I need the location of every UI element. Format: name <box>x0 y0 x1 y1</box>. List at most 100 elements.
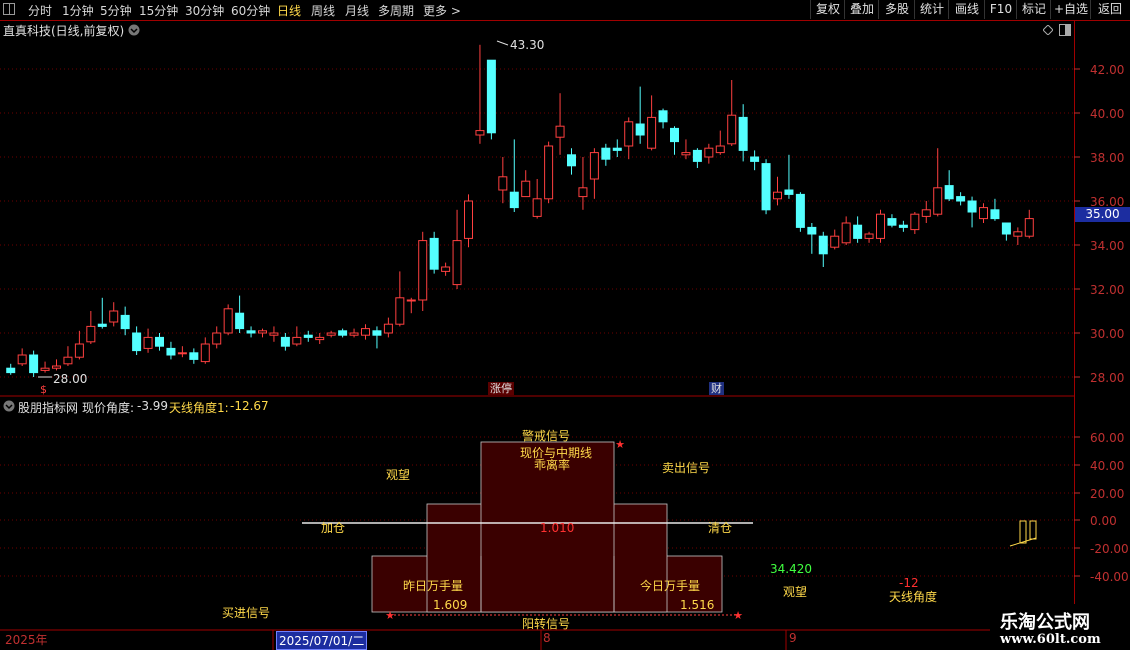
candle <box>223 304 233 336</box>
candle <box>715 130 725 155</box>
candle <box>910 212 920 234</box>
candle <box>1013 227 1023 245</box>
ind-y-tick: -40.00 <box>1090 570 1129 584</box>
candle <box>795 192 805 232</box>
candle <box>155 333 164 351</box>
candle-body <box>29 354 39 374</box>
candle <box>864 231 874 243</box>
candle <box>898 220 908 232</box>
candle <box>692 148 702 168</box>
ind-y-tick: 0.00 <box>1090 514 1117 528</box>
candle <box>86 311 96 344</box>
candle-body <box>235 312 245 330</box>
finance-marker[interactable]: 财 <box>709 382 724 395</box>
candle-body <box>567 154 576 167</box>
candle-body <box>326 332 336 336</box>
candle-body <box>6 367 16 374</box>
diamond-icon[interactable] <box>1043 25 1053 35</box>
today-volume-label: 今日万手量 <box>640 579 701 593</box>
candle <box>143 328 153 353</box>
candle <box>212 326 222 349</box>
candle-body <box>40 367 50 371</box>
candle-body <box>853 224 863 239</box>
candle <box>887 214 897 228</box>
candle <box>509 139 519 212</box>
candle <box>292 326 302 347</box>
antenna-line <box>1009 537 1037 547</box>
candle-body <box>990 209 1000 220</box>
candle-body <box>864 233 874 239</box>
candle-body <box>315 336 325 341</box>
antenna-angle-value: -12.67 <box>230 399 269 413</box>
month-9-label: 9 <box>789 631 797 645</box>
candle <box>841 216 851 245</box>
candle <box>246 326 256 338</box>
watch-label-2: 观望 <box>783 585 808 599</box>
candle-body <box>624 121 634 147</box>
candle-body <box>727 114 737 145</box>
candle <box>921 201 931 223</box>
candle-body <box>692 149 702 162</box>
star-icon: ★ <box>733 609 743 622</box>
month-8-label: 8 <box>543 631 551 645</box>
candle-body <box>795 193 805 228</box>
candle-body <box>761 163 771 211</box>
candle-body <box>475 130 485 136</box>
price-angle-label: 现价角度: <box>82 401 135 415</box>
candle <box>956 192 966 206</box>
candle <box>818 231 828 267</box>
ind-y-tick: 20.00 <box>1090 487 1125 501</box>
candle-body <box>166 347 176 356</box>
candle-body <box>132 332 142 352</box>
candle <box>452 209 462 289</box>
candle <box>612 139 622 157</box>
candle <box>555 93 565 155</box>
candle-body <box>498 176 508 191</box>
candle <box>74 330 84 360</box>
high-price-label: 43.30 <box>510 38 545 52</box>
limit-up-marker[interactable]: 涨停 <box>488 382 514 395</box>
candle <box>120 306 130 336</box>
candle <box>635 86 645 144</box>
candle <box>544 141 554 204</box>
y-tick: 40.00 <box>1090 107 1125 121</box>
dividend-marker[interactable]: $ <box>40 383 47 396</box>
kline-chart[interactable]: ★ ★ ★ <box>0 0 1130 650</box>
today-volume-value: 1.516 <box>680 598 715 612</box>
candle <box>647 95 657 151</box>
candle <box>361 324 370 340</box>
candle-body <box>647 116 657 149</box>
candle <box>532 179 542 219</box>
candle <box>601 143 611 166</box>
candle-body <box>933 187 943 215</box>
candle <box>418 231 428 311</box>
candle <box>189 348 199 364</box>
chevron-down-icon[interactable] <box>128 24 140 36</box>
add-position-label: 加仓 <box>321 521 346 535</box>
candle-body <box>269 332 279 336</box>
yesterday-volume-label: 昨日万手量 <box>403 579 464 593</box>
window-toggle-icon[interactable] <box>1059 24 1071 36</box>
candle <box>97 297 107 329</box>
candle-body <box>441 266 451 272</box>
candle-body <box>406 299 416 302</box>
candle <box>395 271 405 327</box>
candle-body <box>97 323 107 327</box>
candle <box>258 328 267 338</box>
candle-body <box>74 343 84 358</box>
chevron-down-icon[interactable] <box>3 400 15 412</box>
candle <box>200 337 210 364</box>
candle <box>475 44 485 144</box>
warning-signal-label: 警戒信号 <box>522 429 571 443</box>
selected-date[interactable]: 2025/07/01/二 <box>276 631 368 650</box>
clear-position-label: 清仓 <box>708 521 733 535</box>
buy-signal-label: 买进信号 <box>222 606 271 620</box>
candle-body <box>120 314 130 330</box>
candle <box>40 361 50 373</box>
candle-body <box>521 180 531 198</box>
candle-body <box>544 145 554 200</box>
candle-body <box>464 200 473 239</box>
candle <box>177 346 187 358</box>
candle <box>235 295 245 333</box>
indicator-name[interactable]: 股朋指标网 <box>18 399 78 416</box>
